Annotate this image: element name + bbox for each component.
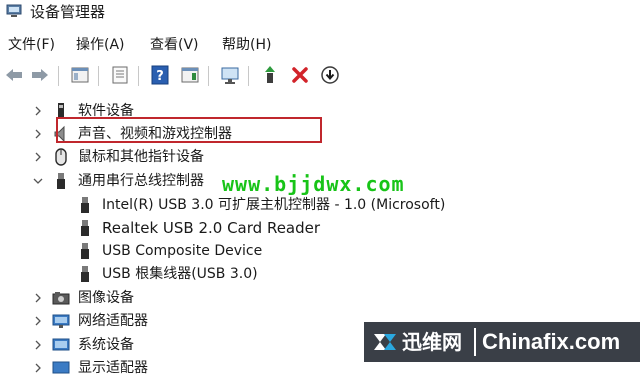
usb-icon (81, 197, 89, 213)
tree-child-intel-usb3[interactable]: Intel(R) USB 3.0 可扩展主机控制器 - 1.0 (Microso… (0, 194, 640, 217)
tree-child-realtek-card-reader[interactable]: Realtek USB 2.0 Card Reader (0, 217, 640, 240)
device-manager-icon (6, 4, 22, 17)
toolbar-separator (58, 66, 59, 86)
help-icon[interactable]: ? (150, 65, 170, 85)
chevron-right-icon[interactable] (32, 150, 44, 164)
update-driver-icon[interactable] (260, 65, 280, 85)
chevron-right-icon[interactable] (32, 361, 44, 375)
usb-icon (81, 243, 89, 259)
back-arrow-icon[interactable] (4, 65, 24, 85)
brand-logo-icon (374, 334, 396, 350)
tree-item-label: 系统设备 (78, 337, 134, 353)
properties-icon[interactable] (110, 65, 130, 85)
window-title: 设备管理器 (30, 3, 106, 21)
highlight-box (56, 117, 322, 143)
tree-item-label: 显示适配器 (78, 360, 148, 376)
network-adapter-icon (52, 314, 70, 328)
menu-view[interactable]: 查看(V) (150, 34, 199, 56)
tree-item-label: 图像设备 (78, 290, 134, 306)
toolbar-separator (208, 66, 209, 86)
system-device-icon (52, 338, 70, 351)
camera-icon (52, 292, 70, 305)
tree-item-label: Intel(R) USB 3.0 可扩展主机控制器 - 1.0 (Microso… (102, 197, 446, 213)
chevron-right-icon[interactable] (32, 127, 44, 141)
mouse-icon (55, 148, 67, 166)
chevron-down-icon[interactable] (32, 174, 44, 188)
chevron-right-icon[interactable] (32, 104, 44, 118)
usb-icon (57, 173, 65, 189)
menu-file[interactable]: 文件(F) (8, 34, 55, 56)
tree-item-label: 通用串行总线控制器 (78, 173, 204, 189)
toolbar-separator (138, 66, 139, 86)
svg-text:?: ? (156, 69, 164, 84)
tree-item-label: USB Composite Device (102, 243, 263, 259)
usb-icon (81, 266, 89, 282)
chevron-right-icon[interactable] (32, 338, 44, 352)
chevron-right-icon[interactable] (32, 314, 44, 328)
tree-item-imaging-devices[interactable]: 图像设备 (0, 287, 640, 310)
brand-divider (474, 328, 476, 356)
tree-child-usb-composite[interactable]: USB Composite Device (0, 240, 640, 263)
scan-hardware-icon[interactable] (220, 65, 240, 85)
tree-item-label: Realtek USB 2.0 Card Reader (102, 219, 321, 237)
display-adapter-icon (52, 361, 70, 374)
tree-item-label: USB 根集线器(USB 3.0) (102, 266, 258, 282)
toolbar-separator (248, 66, 249, 86)
menu-action[interactable]: 操作(A) (76, 34, 125, 56)
brand-name-cn: 迅维网 (402, 330, 462, 354)
brand-name-en: Chinafix.com (482, 329, 621, 354)
url-watermark: www.bjjdwx.com (222, 172, 405, 196)
action-pane-icon[interactable] (180, 65, 200, 85)
menu-help[interactable]: 帮助(H) (222, 34, 271, 56)
title-bar: 设备管理器 (0, 0, 640, 26)
forward-arrow-icon[interactable] (30, 65, 50, 85)
menu-bar: 文件(F) 操作(A) 查看(V) 帮助(H) (0, 34, 640, 56)
chevron-right-icon[interactable] (32, 291, 44, 305)
usb-icon (81, 220, 89, 236)
enable-device-icon[interactable] (320, 65, 340, 85)
uninstall-device-icon[interactable] (290, 65, 310, 85)
tree-item-mice[interactable]: 鼠标和其他指针设备 (0, 146, 640, 169)
console-tree-icon[interactable] (70, 65, 90, 85)
brand-watermark: 迅维网 Chinafix.com (364, 322, 640, 362)
tree-item-label: 鼠标和其他指针设备 (78, 149, 204, 165)
toolbar-separator (98, 66, 99, 86)
tree-child-usb-root-hub[interactable]: USB 根集线器(USB 3.0) (0, 263, 640, 286)
toolbar: ? (0, 60, 640, 90)
tree-item-label: 网络适配器 (78, 313, 148, 329)
